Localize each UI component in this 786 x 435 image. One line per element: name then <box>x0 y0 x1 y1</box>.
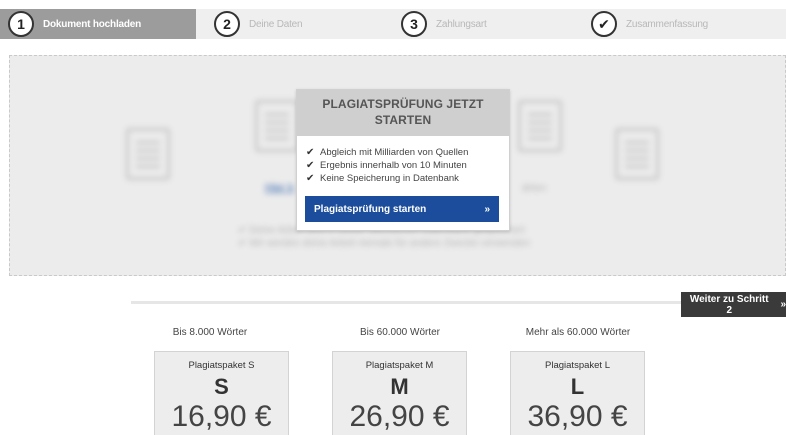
list-item: ✔ Abgleich mit Milliarden von Quellen <box>306 146 509 159</box>
feature-text: Ergebnis innerhalb von 10 Minuten <box>320 160 467 171</box>
check-icon: ✔ <box>306 173 315 184</box>
button-label: Weiter zu Schritt 2 <box>689 293 769 316</box>
check-icon: ✔ <box>591 11 617 37</box>
step-data[interactable]: 2 Deine Daten <box>214 9 303 39</box>
chevron-right-icon: » <box>484 203 490 215</box>
tier-limit: Bis 60.000 Wörter <box>359 327 441 338</box>
document-icon <box>518 100 562 152</box>
package-size: M <box>390 374 409 399</box>
start-check-button[interactable]: Plagiatsprüfung starten » <box>305 196 499 222</box>
step-number: 3 <box>401 11 427 37</box>
upload-link[interactable]: Hier k <box>265 182 294 194</box>
list-item: ✔ Ergebnis innerhalb von 10 Minuten <box>306 159 509 172</box>
divider <box>131 301 681 304</box>
step-upload[interactable]: 1 Dokument hochladen <box>0 9 196 39</box>
tier-limit: Bis 8.000 Wörter <box>172 327 248 338</box>
check-icon: ✔ <box>306 147 315 158</box>
step-label: Dokument hochladen <box>43 18 142 30</box>
popup-title-line: PLAGIATSPRÜFUNG JETZT <box>322 97 484 111</box>
list-item: ✔ Keine Speicherung in Datenbank <box>306 172 509 185</box>
feature-text: Keine Speicherung in Datenbank <box>320 173 459 184</box>
tier-limit: Mehr als 60.000 Wörter <box>525 327 631 338</box>
package-name: Plagiatspaket L <box>545 360 610 371</box>
progress-stepper: 1 Dokument hochladen 2 Deine Daten 3 Zah… <box>0 9 786 39</box>
package-card-l[interactable]: Plagiatspaket L L 36,90 € <box>510 351 645 435</box>
popup-title-line: STARTEN <box>374 113 432 127</box>
page: 1 Dokument hochladen 2 Deine Daten 3 Zah… <box>0 0 786 435</box>
package-size: L <box>570 374 585 399</box>
step-number: 1 <box>8 11 34 37</box>
step-label: Zahlungsart <box>436 18 487 30</box>
chevron-right-icon: » <box>780 299 786 310</box>
next-step-button[interactable]: Weiter zu Schritt 2 » <box>681 292 786 317</box>
step-label: Deine Daten <box>249 18 303 30</box>
check-icon: ✔ <box>306 160 315 171</box>
step-summary[interactable]: ✔ Zusammenfassung <box>591 9 708 39</box>
package-price: 36,90 € <box>527 400 628 433</box>
popup-title: PLAGIATSPRÜFUNG JETZT STARTEN <box>297 90 509 136</box>
document-icon <box>126 128 170 180</box>
document-icon <box>255 100 299 152</box>
package-price: 26,90 € <box>349 400 450 433</box>
privacy-note: ✔ Wir werden deine Arbeit niemals für an… <box>238 238 530 249</box>
feature-list: ✔ Abgleich mit Milliarden von Quellen ✔ Er… <box>297 136 509 185</box>
step-payment[interactable]: 3 Zahlungsart <box>401 9 487 39</box>
button-label: Plagiatsprüfung starten <box>314 203 427 215</box>
package-card-m[interactable]: Plagiatspaket M M 26,90 € <box>332 351 467 435</box>
package-name: Plagiatspaket M <box>365 360 434 371</box>
package-price: 16,90 € <box>171 400 272 433</box>
document-icon <box>615 128 659 180</box>
package-name: Plagiatspaket S <box>188 360 255 371</box>
package-card-s[interactable]: Plagiatspaket S S 16,90 € <box>154 351 289 435</box>
package-size: S <box>214 374 229 399</box>
upload-link-tail: ählen <box>522 183 547 194</box>
step-label: Zusammenfassung <box>626 18 709 30</box>
feature-text: Abgleich mit Milliarden von Quellen <box>320 147 469 158</box>
step-number: 2 <box>214 11 240 37</box>
plagiarism-popup: PLAGIATSPRÜFUNG JETZT STARTEN ✔ Abgleich … <box>296 89 510 231</box>
